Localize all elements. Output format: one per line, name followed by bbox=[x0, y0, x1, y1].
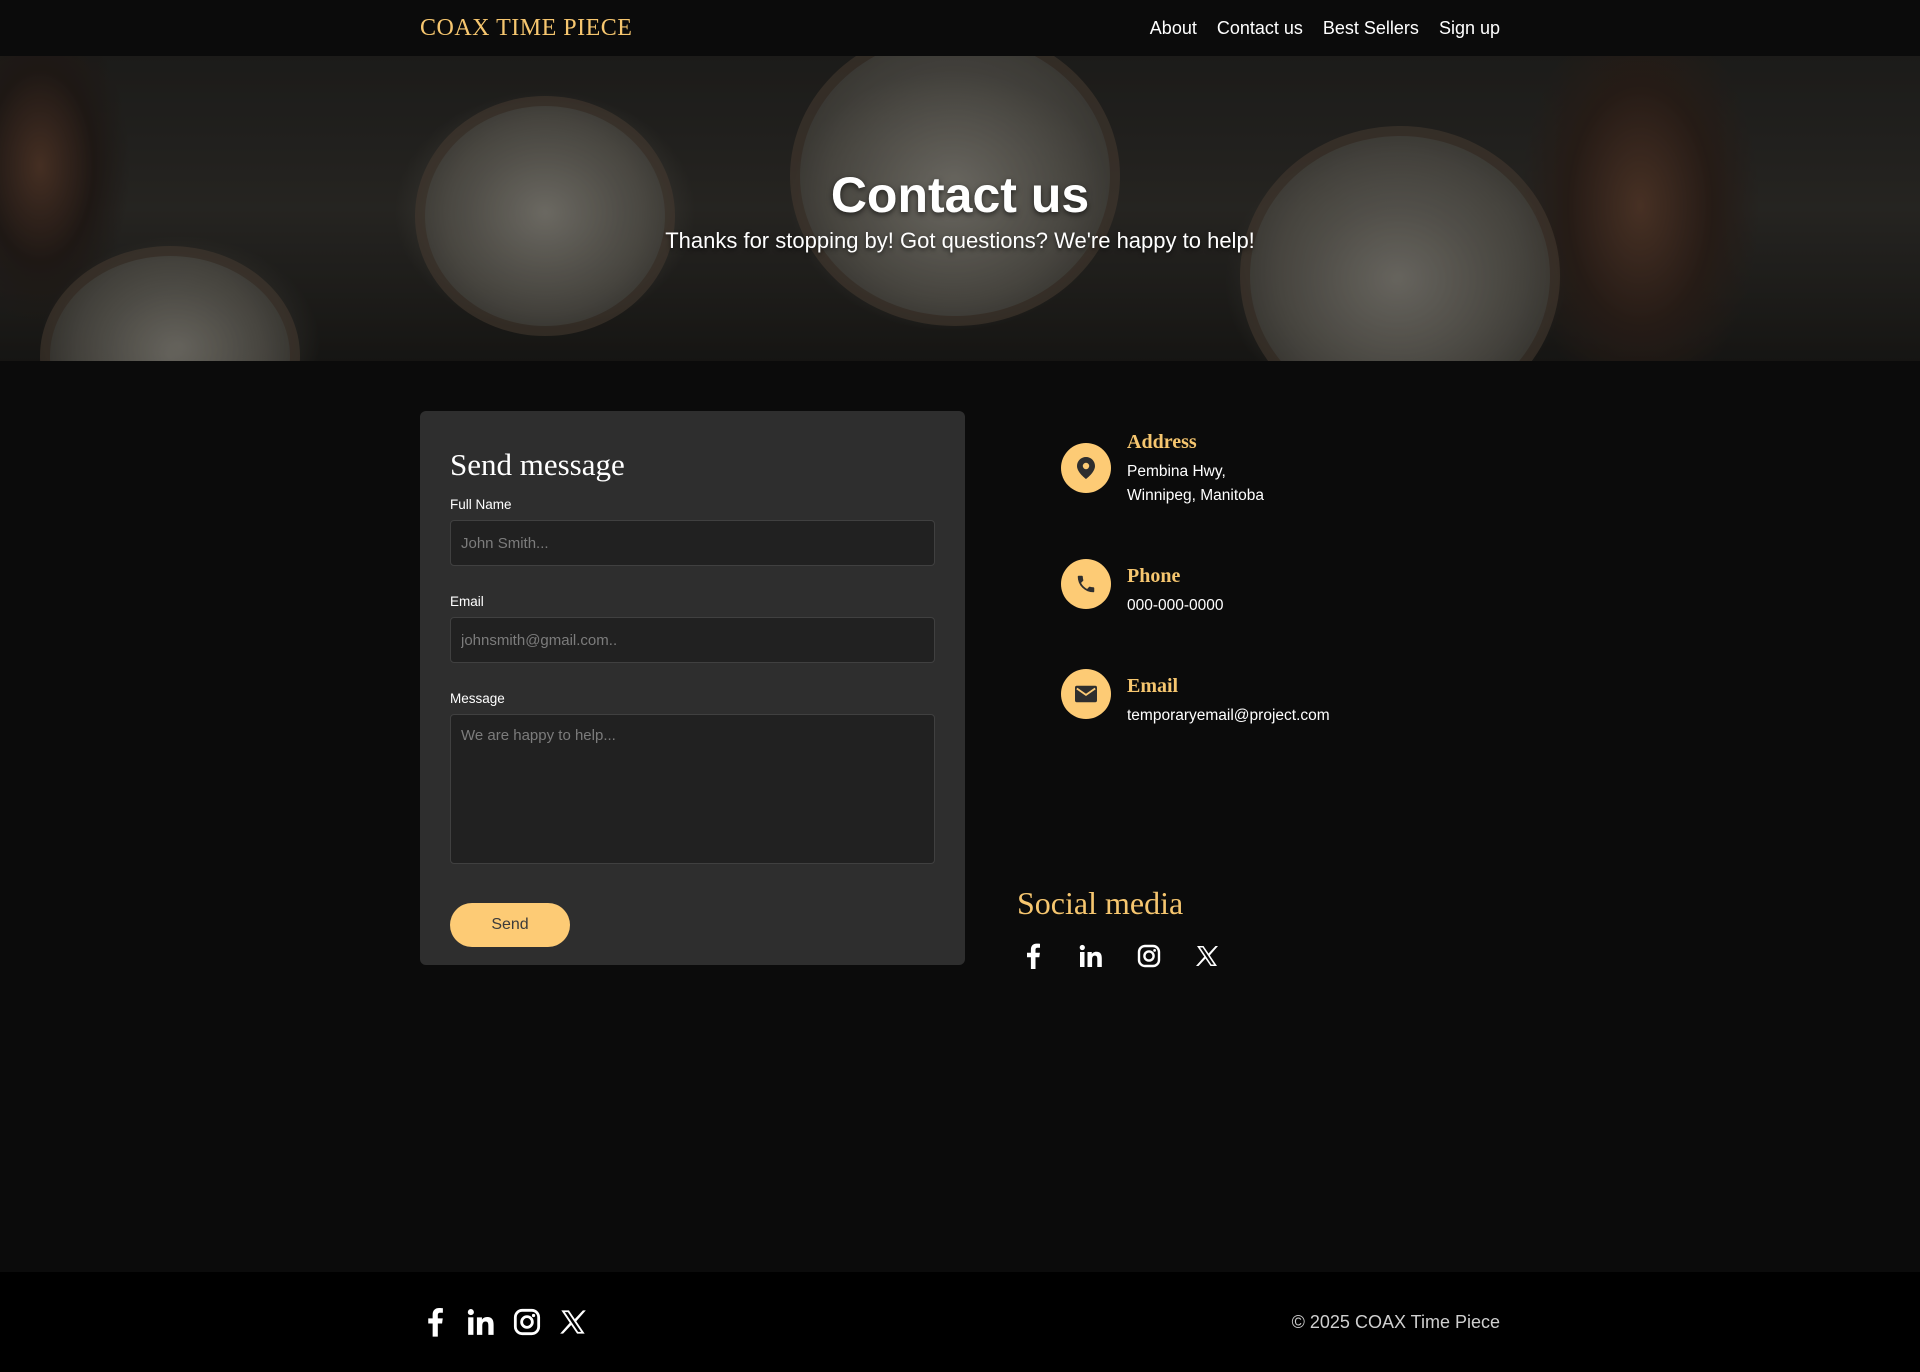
main-content: Send message Full Name Email Message Sen… bbox=[0, 361, 1920, 1272]
facebook-icon[interactable] bbox=[420, 1305, 450, 1339]
address-item: Address Pembina Hwy, Winnipeg, Manitoba bbox=[1017, 431, 1497, 504]
email-label: Email bbox=[450, 594, 484, 609]
copyright-text: © 2025 COAX Time Piece bbox=[1291, 1311, 1500, 1332]
footer-social-links bbox=[420, 1305, 588, 1339]
brand-logo[interactable]: COAX TIME PIECE bbox=[420, 15, 632, 42]
email-value: temporaryemail@project.com bbox=[1127, 707, 1330, 724]
social-media-section: Social media bbox=[1017, 885, 1497, 970]
social-media-links bbox=[1017, 942, 1497, 970]
location-pin-icon bbox=[1061, 443, 1111, 493]
nav-link-sign-up[interactable]: Sign up bbox=[1439, 18, 1500, 39]
full-name-label: Full Name bbox=[450, 497, 512, 512]
linkedin-icon[interactable] bbox=[466, 1305, 496, 1339]
hero-title: Contact us bbox=[830, 167, 1090, 223]
hero-subtitle: Thanks for stopping by! Got questions? W… bbox=[665, 228, 1255, 253]
email-input[interactable] bbox=[450, 617, 935, 663]
phone-icon bbox=[1061, 559, 1111, 609]
nav-links: About Contact us Best Sellers Sign up bbox=[1150, 18, 1500, 39]
email-item: Email temporaryemail@project.com bbox=[1017, 669, 1497, 735]
nav-link-about[interactable]: About bbox=[1150, 18, 1197, 39]
send-message-form: Send message Full Name Email Message Sen… bbox=[420, 411, 965, 965]
x-icon[interactable] bbox=[558, 1305, 588, 1339]
email-title: Email bbox=[1127, 675, 1179, 697]
full-name-input[interactable] bbox=[450, 520, 935, 566]
envelope-icon bbox=[1061, 669, 1111, 719]
phone-title: Phone bbox=[1127, 565, 1181, 587]
form-title: Send message bbox=[450, 447, 625, 482]
social-media-title: Social media bbox=[1017, 885, 1184, 921]
facebook-icon[interactable] bbox=[1017, 942, 1049, 970]
instagram-icon[interactable] bbox=[512, 1305, 542, 1339]
send-button[interactable]: Send bbox=[450, 903, 570, 947]
message-label: Message bbox=[450, 691, 505, 706]
nav-link-best-sellers[interactable]: Best Sellers bbox=[1323, 18, 1419, 39]
hero-banner: Contact us Thanks for stopping by! Got q… bbox=[0, 56, 1920, 361]
footer: © 2025 COAX Time Piece bbox=[0, 1272, 1920, 1372]
phone-value: 000-000-0000 bbox=[1127, 597, 1224, 614]
hero-content: Contact us Thanks for stopping by! Got q… bbox=[0, 166, 1920, 254]
address-line-2: Winnipeg, Manitoba bbox=[1127, 487, 1264, 504]
linkedin-icon[interactable] bbox=[1075, 942, 1107, 970]
message-textarea[interactable] bbox=[450, 714, 935, 864]
navbar: COAX TIME PIECE About Contact us Best Se… bbox=[0, 0, 1920, 56]
address-title: Address bbox=[1127, 431, 1197, 453]
phone-item: Phone 000-000-0000 bbox=[1017, 559, 1497, 625]
x-icon[interactable] bbox=[1191, 942, 1223, 970]
instagram-icon[interactable] bbox=[1133, 942, 1165, 970]
address-line-1: Pembina Hwy, bbox=[1127, 463, 1226, 480]
contact-info: Address Pembina Hwy, Winnipeg, Manitoba … bbox=[1017, 411, 1497, 970]
nav-link-contact-us[interactable]: Contact us bbox=[1217, 18, 1303, 39]
